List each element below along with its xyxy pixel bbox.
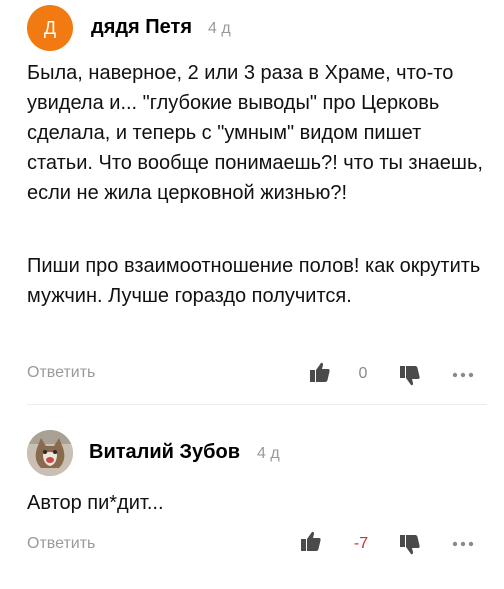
divider xyxy=(27,404,487,405)
comment-time: 4 д xyxy=(208,20,231,37)
comment-time: 4 д xyxy=(257,445,280,462)
thumbs-up-icon[interactable] xyxy=(309,361,331,383)
cat-photo-avatar[interactable] xyxy=(27,430,73,476)
more-dots-icon[interactable] xyxy=(451,371,475,379)
avatar-letter: Д xyxy=(43,18,57,38)
avatar[interactable]: Д xyxy=(27,5,73,51)
more-dots-icon[interactable] xyxy=(451,540,475,548)
comment-author[interactable]: дядя Петя xyxy=(91,16,192,39)
reply-button[interactable]: Ответить xyxy=(27,364,95,382)
cat-photo-icon xyxy=(27,430,73,476)
thumbs-down-icon[interactable] xyxy=(399,365,421,387)
comment-author[interactable]: Виталий Зубов xyxy=(89,441,240,464)
comment-text: Пиши про взаимоотношение полов! как окру… xyxy=(27,255,481,307)
rating-score: 0 xyxy=(358,365,368,382)
comment-text: Автор пи*дит... xyxy=(27,492,164,514)
thumbs-up-icon[interactable] xyxy=(300,530,322,552)
rating-score: -7 xyxy=(353,535,369,552)
reply-button[interactable]: Ответить xyxy=(27,535,95,553)
thumbs-down-icon[interactable] xyxy=(399,534,421,556)
comment-text: Была, наверное, 2 или 3 раза в Храме, чт… xyxy=(27,62,483,204)
